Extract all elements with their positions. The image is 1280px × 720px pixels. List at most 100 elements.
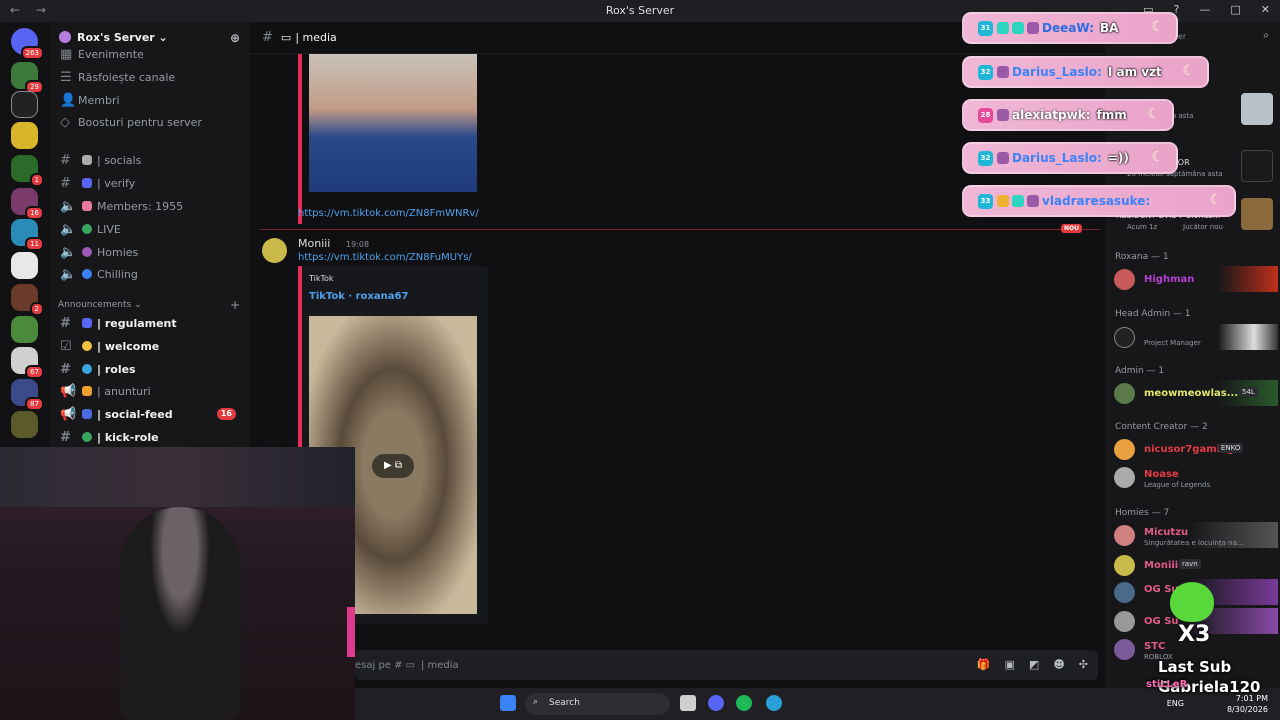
bell-icon [82, 386, 92, 396]
channel-item[interactable]: ☑ | welcome [56, 336, 244, 356]
sticker-icon[interactable]: ◩ [1029, 658, 1039, 671]
avatar[interactable] [262, 238, 287, 263]
hash-icon: # [60, 152, 71, 168]
server-icon[interactable]: 1 [11, 155, 44, 187]
badge-icon [997, 22, 1009, 34]
server-icon[interactable]: 67 [11, 347, 44, 379]
channel-item[interactable]: 📢 | social-feed 16 [56, 404, 244, 424]
chat-alert: 32 Darius_Laslo: =)) ☾ [962, 142, 1178, 174]
channel-item[interactable]: # | verify [56, 173, 244, 193]
cat-icon [997, 66, 1009, 78]
alert-username: Darius_Laslo: [1012, 65, 1102, 79]
hash-icon: # [262, 30, 273, 45]
server-logo-icon [59, 31, 71, 43]
server-icon[interactable]: 11 [11, 219, 44, 251]
taskbar-search[interactable]: ⌕ Search [525, 693, 670, 715]
background-shelf [0, 447, 355, 507]
spotify-icon[interactable] [736, 695, 752, 711]
alert-username: Darius_Laslo: [1012, 151, 1102, 165]
hash-icon: # [60, 429, 71, 445]
moon-icon: ☾ [1209, 192, 1222, 208]
message-composer[interactable]: esaj pe # ▭ | media 🎁 ▣ ◩ ☻ ✣ [355, 650, 1098, 680]
hash-icon: # [60, 315, 71, 331]
channel-item[interactable]: # | socials [56, 150, 244, 170]
role-header: Homies — 7 [1115, 508, 1170, 518]
server-icon[interactable] [11, 91, 38, 118]
channel-item[interactable]: 🔈 Homies [56, 242, 244, 262]
member-item[interactable]: Noase League of Legends [1113, 464, 1275, 490]
home-button[interactable]: 263 [11, 28, 44, 60]
server-icon[interactable] [11, 316, 38, 343]
boost-link[interactable]: ◇ Boosturi pentru server [56, 112, 244, 132]
windows-start-icon[interactable] [500, 695, 516, 711]
level-badge: 28 [978, 107, 993, 123]
edge-icon[interactable] [766, 695, 782, 711]
server-icon[interactable] [11, 252, 38, 279]
category-header[interactable]: Announcements ⌄ + [58, 298, 240, 312]
moon-icon: ☾ [1151, 149, 1164, 165]
avatar [1114, 383, 1135, 404]
server-icon[interactable] [11, 122, 38, 149]
apps-icon[interactable]: ✣ [1079, 658, 1088, 671]
announcement-icon: 📢 [60, 406, 77, 422]
avatar [1114, 439, 1135, 460]
server-icon[interactable] [11, 411, 38, 438]
member-item[interactable]: meowmeowlas... 54L [1113, 380, 1278, 406]
channel-item[interactable]: 🔈 Members: 1955 [56, 196, 244, 216]
channel-item[interactable]: 📢 | anunturi [56, 381, 244, 401]
browse-channels-link[interactable]: ☰ Răsfoiește canale [56, 67, 244, 87]
add-channel-icon[interactable]: + [230, 298, 240, 312]
rules-icon: ☑ [60, 338, 72, 354]
channel-item[interactable]: 🔈 Chilling [56, 264, 244, 284]
multiplier-text: X3 [1178, 622, 1211, 647]
server-icon[interactable]: 87 [11, 379, 44, 411]
avatar [1114, 269, 1135, 290]
gif-icon[interactable]: ▣ [1005, 658, 1015, 671]
video-thumbnail[interactable] [309, 54, 477, 192]
close-button[interactable]: ✕ [1261, 3, 1270, 16]
channel-sidebar: Rox's Server ⌄ ⊕ ▦ Evenimente ☰ Răsfoiește… [50, 22, 250, 447]
embed-title[interactable]: TikTok · roxana67 [309, 291, 408, 302]
member-item[interactable]: Project Manager [1113, 324, 1278, 350]
alert-username: alexiatpwk: [1012, 108, 1091, 122]
events-link[interactable]: ▦ Evenimente [56, 44, 244, 64]
file-explorer-icon[interactable] [680, 695, 696, 711]
discord-icon[interactable] [708, 695, 724, 711]
member-item[interactable]: nicusor7gaming ENKO [1113, 436, 1275, 462]
play-icon[interactable]: ▶ ⧉ [372, 454, 414, 478]
gift-icon[interactable]: 🎁 [977, 658, 991, 671]
minimize-button[interactable]: — [1199, 3, 1210, 16]
chat-alert: 32 Darius_Laslo: I am vzt ☾ [962, 56, 1209, 88]
server-icon[interactable]: 29 [11, 62, 44, 94]
avatar [1114, 639, 1135, 660]
channel-item[interactable]: # | regulament [56, 313, 244, 333]
member-item[interactable]: Micutzu Singurătatea e locuința na... [1113, 522, 1278, 548]
server-icon[interactable]: 16 [11, 188, 44, 220]
server-icon[interactable]: 2 [11, 284, 44, 316]
search-icon [82, 364, 92, 374]
alert-message: =)) [1107, 151, 1129, 165]
message-author[interactable]: Moniii [298, 237, 330, 250]
channel-item[interactable]: # | kick-role [56, 427, 244, 447]
server-name: Rox's Server ⌄ [77, 30, 168, 44]
maximize-button[interactable]: □ [1230, 3, 1240, 16]
avatar [1114, 555, 1135, 576]
avatar [1114, 611, 1135, 632]
cat-icon [997, 152, 1009, 164]
channel-item[interactable]: 🔈 LIVE [56, 219, 244, 239]
members-link[interactable]: 👤 Membri [56, 90, 244, 110]
invite-icon[interactable]: ⊕ [230, 31, 240, 45]
system-clock[interactable]: 7:01 PM 8/30/2026 [1227, 693, 1268, 715]
alert-message: BA [1100, 21, 1119, 35]
language-indicator[interactable]: ENG [1167, 699, 1184, 708]
member-item[interactable]: Moniii ravn [1113, 552, 1275, 578]
calendar-icon: ▦ [60, 46, 73, 62]
tiktok-link[interactable]: https://vm.tiktok.com/ZN8FmWNRv/ [298, 208, 479, 219]
member-item[interactable]: Highman [1113, 266, 1278, 292]
channel-item[interactable]: # | roles [56, 359, 244, 379]
level-badge: 32 [978, 150, 993, 166]
speaker-icon: 🔈 [60, 266, 77, 282]
emoji-icon[interactable]: ☻ [1053, 658, 1064, 671]
tiktok-link[interactable]: https://vm.tiktok.com/ZN8FuMUYs/ [298, 252, 472, 263]
led-light [347, 607, 355, 657]
